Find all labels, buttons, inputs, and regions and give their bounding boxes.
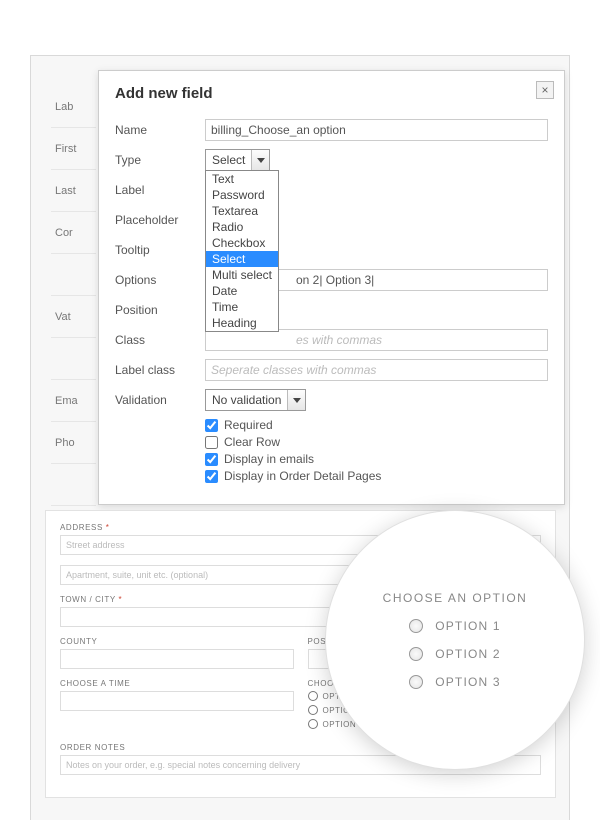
lens-option-label: OPTION 2: [435, 647, 501, 661]
bg-item: Vat: [51, 296, 96, 338]
dropdown-option[interactable]: Text: [206, 171, 278, 187]
radio-icon: [409, 675, 423, 689]
county-label: COUNTY: [60, 637, 294, 646]
bg-item: Lab: [51, 86, 96, 128]
checkbox-input[interactable]: [205, 470, 218, 483]
radio-input[interactable]: [308, 719, 318, 729]
lens-option-3[interactable]: OPTION 3: [409, 675, 501, 689]
label-position: Position: [115, 303, 205, 317]
name-input[interactable]: [205, 119, 548, 141]
class-input[interactable]: [205, 329, 548, 351]
label-type: Type: [115, 153, 205, 167]
county-input[interactable]: [60, 649, 294, 669]
dropdown-option[interactable]: Heading: [206, 315, 278, 331]
clearrow-checkbox[interactable]: Clear Row: [205, 435, 548, 449]
bg-item: [51, 254, 96, 296]
modal-title: Add new field: [115, 85, 548, 102]
type-select-value: Select: [206, 153, 251, 167]
validation-value: No validation: [206, 393, 287, 407]
dropdown-option-selected[interactable]: Select: [206, 251, 278, 267]
radio-input[interactable]: [308, 691, 318, 701]
label-placeholder: Placeholder: [115, 213, 205, 227]
label-tooltip: Tooltip: [115, 243, 205, 257]
dropdown-option[interactable]: Radio: [206, 219, 278, 235]
display-emails-checkbox[interactable]: Display in emails: [205, 452, 548, 466]
bg-item: Pho: [51, 422, 96, 464]
checkbox-label: Display in emails: [224, 452, 314, 466]
checkbox-input[interactable]: [205, 453, 218, 466]
lens-option-label: OPTION 3: [435, 675, 501, 689]
checkbox-input[interactable]: [205, 436, 218, 449]
background-sidebar: Lab First Last Cor Vat Ema Pho Cou: [51, 86, 96, 548]
dropdown-option[interactable]: Multi select: [206, 267, 278, 283]
label-name: Name: [115, 123, 205, 137]
dropdown-option[interactable]: Textarea: [206, 203, 278, 219]
add-field-modal: × Add new field Name Type Select Text Pa…: [98, 70, 565, 505]
radio-icon: [409, 647, 423, 661]
validation-select[interactable]: No validation: [205, 389, 306, 411]
chevron-down-icon: [251, 150, 269, 170]
bg-item: Cor: [51, 212, 96, 254]
dropdown-option[interactable]: Password: [206, 187, 278, 203]
bg-item: Last: [51, 170, 96, 212]
required-checkbox[interactable]: Required: [205, 418, 548, 432]
type-select[interactable]: Select Text Password Textarea Radio Chec…: [205, 149, 270, 171]
labelclass-input[interactable]: [205, 359, 548, 381]
lens-option-1[interactable]: OPTION 1: [409, 619, 501, 633]
time-input[interactable]: [60, 691, 294, 711]
lens-option-2[interactable]: OPTION 2: [409, 647, 501, 661]
bg-item: [51, 464, 96, 506]
label-validation: Validation: [115, 393, 205, 407]
dropdown-option[interactable]: Checkbox: [206, 235, 278, 251]
checkbox-label: Display in Order Detail Pages: [224, 469, 381, 483]
dropdown-option[interactable]: Time: [206, 299, 278, 315]
bg-item: Ema: [51, 380, 96, 422]
checkbox-input[interactable]: [205, 419, 218, 432]
chevron-down-icon: [287, 390, 305, 410]
bg-item: [51, 338, 96, 380]
close-icon[interactable]: ×: [536, 81, 554, 99]
radio-icon: [409, 619, 423, 633]
lens-option-label: OPTION 1: [435, 619, 501, 633]
label-label: Label: [115, 183, 205, 197]
display-detail-checkbox[interactable]: Display in Order Detail Pages: [205, 469, 548, 483]
radio-input[interactable]: [308, 705, 318, 715]
checkbox-label: Required: [224, 418, 273, 432]
choose-time-label: CHOOSE A TIME: [60, 679, 294, 688]
type-dropdown-list: Text Password Textarea Radio Checkbox Se…: [205, 170, 279, 332]
bg-item: First: [51, 128, 96, 170]
magnifier-lens: CHOOSE AN OPTION OPTION 1 OPTION 2 OPTIO…: [325, 510, 585, 770]
dropdown-option[interactable]: Date: [206, 283, 278, 299]
label-options: Options: [115, 273, 205, 287]
checkbox-label: Clear Row: [224, 435, 280, 449]
label-class: Class: [115, 333, 205, 347]
label-labelclass: Label class: [115, 363, 205, 377]
lens-title: CHOOSE AN OPTION: [383, 591, 528, 605]
